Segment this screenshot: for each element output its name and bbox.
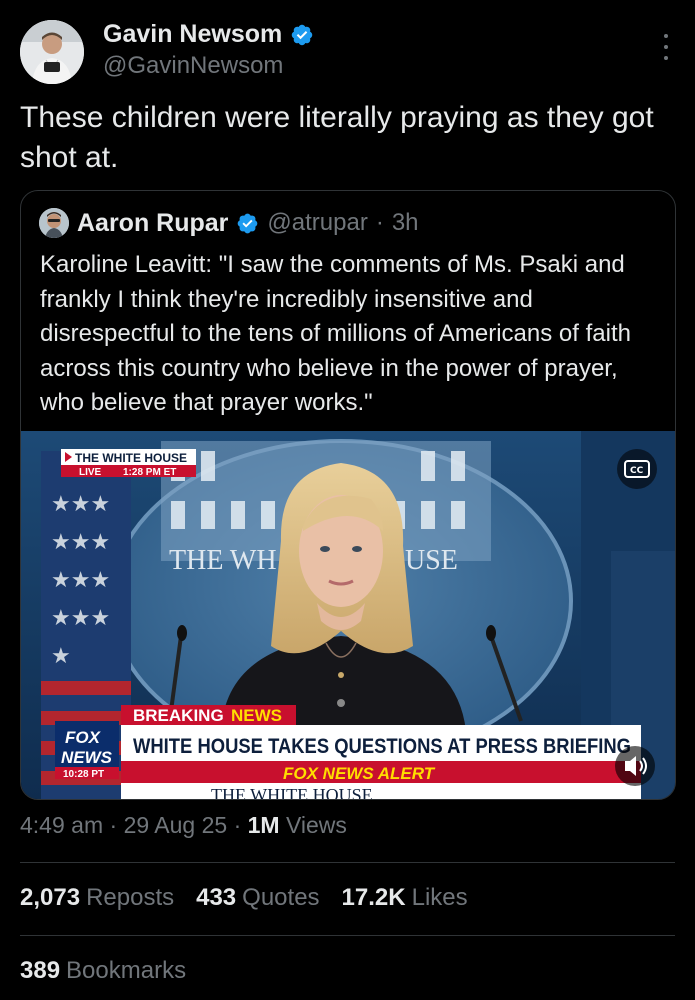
author-name-row: Gavin Newsom	[103, 20, 314, 49]
channel-label: THE WHITE HOUSE	[75, 451, 187, 465]
tweet-meta: 4:49 am · 29 Aug 25 · 1M Views	[20, 812, 347, 839]
quoted-tweet-text: Karoline Leavitt: "I saw the comments of…	[40, 251, 631, 416]
live-label: LIVE	[79, 467, 102, 478]
svg-text:★★★: ★★★	[51, 568, 110, 593]
video-frame: THE WH USE ★★★ ★★★ ★★★ ★★★ ★ CC THE WHITE …	[21, 431, 675, 800]
quoted-separator: ·	[375, 209, 384, 236]
reposts-stat[interactable]: 2,073 Reposts	[20, 884, 174, 912]
likes-count: 17.2K	[341, 884, 406, 911]
quoted-author-handle[interactable]: @atrupar	[267, 209, 367, 237]
meta-separator: ·	[233, 812, 242, 838]
quoted-time[interactable]: 3h	[392, 209, 419, 237]
fox-news-logo: FOX NEWS 10:28 PT	[55, 721, 119, 780]
bookmarks-label: Bookmarks	[66, 957, 187, 984]
headline-text: WHITE HOUSE TAKES QUESTIONS AT PRESS BRI…	[133, 735, 631, 758]
engagement-stats: 2,073 Reposts 433 Quotes 17.2K Likes	[20, 884, 468, 912]
meta-separator: ·	[109, 812, 118, 838]
svg-text:★★★: ★★★	[51, 606, 110, 631]
author-avatar[interactable]	[20, 20, 84, 84]
divider	[20, 862, 675, 863]
quotes-stat[interactable]: 433 Quotes	[196, 884, 319, 912]
podium-text-right: USE	[405, 545, 458, 576]
fox-logo-bottom: NEWS	[61, 748, 113, 767]
bookmarks-stat[interactable]: 389 Bookmarks	[20, 957, 186, 985]
reposts-count: 2,073	[20, 884, 81, 911]
breaking-label: BREAKING	[133, 706, 224, 725]
quoted-tweet-card[interactable]: Aaron Rupar @atrupar · 3h Karoline Leavi…	[20, 190, 676, 800]
fox-logo-top: FOX	[65, 728, 102, 747]
quoted-verified-badge-icon	[238, 213, 258, 233]
tweet-date[interactable]: 29 Aug 25	[124, 812, 228, 838]
svg-text:★: ★	[51, 644, 71, 669]
video-player[interactable]: THE WH USE ★★★ ★★★ ★★★ ★★★ ★ CC THE WHIT…	[21, 431, 675, 800]
quoted-tweet-header: Aaron Rupar @atrupar · 3h	[39, 205, 419, 241]
news-label: NEWS	[231, 706, 282, 725]
tweet-time[interactable]: 4:49 am	[20, 812, 103, 838]
podium-text-left: THE WH	[169, 545, 277, 576]
likes-stat[interactable]: 17.2K Likes	[342, 884, 468, 912]
author-name[interactable]: Gavin Newsom	[103, 20, 282, 49]
quoted-author-name[interactable]: Aaron Rupar	[77, 209, 228, 238]
svg-text:★★★: ★★★	[51, 530, 110, 555]
likes-label: Likes	[411, 884, 468, 911]
verified-badge-icon	[291, 24, 313, 45]
live-time: 1:28 PM ET	[123, 467, 176, 478]
author-handle[interactable]: @GavinNewsom	[103, 52, 283, 80]
quoted-author-avatar[interactable]	[39, 208, 69, 238]
views-label: Views	[285, 812, 347, 838]
closed-captions-icon[interactable]: CC	[617, 449, 657, 489]
views-count: 1M	[247, 812, 280, 838]
alert-text: FOX NEWS ALERT	[283, 764, 436, 783]
cc-label: CC	[630, 466, 644, 476]
quotes-count: 433	[196, 884, 237, 911]
tweet-text: These children were literally praying as…	[20, 101, 654, 174]
volume-icon[interactable]	[615, 746, 655, 786]
reposts-label: Reposts	[86, 884, 175, 911]
more-options-icon[interactable]	[661, 34, 671, 60]
quotes-label: Quotes	[242, 884, 320, 911]
bookmarks-count: 389	[20, 957, 61, 984]
svg-text:★★★: ★★★	[51, 492, 110, 517]
tweet-header: Gavin Newsom @GavinNewsom	[20, 18, 675, 88]
bottom-text: THE WHITE HOUSE	[211, 785, 373, 800]
fox-time: 10:28 PT	[63, 769, 104, 780]
divider	[20, 935, 675, 936]
channel-banner: THE WHITE HOUSE LIVE 1:28 PM ET	[61, 449, 196, 478]
